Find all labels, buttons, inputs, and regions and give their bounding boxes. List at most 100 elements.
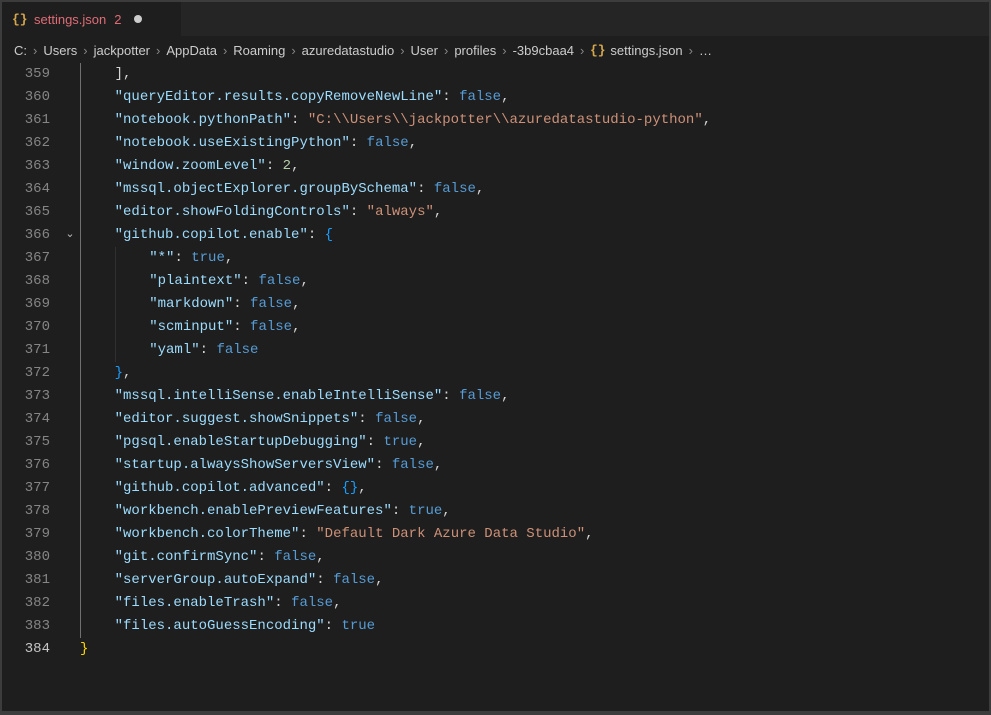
code-line[interactable]: 374 "editor.suggest.showSnippets": false… [2, 408, 989, 431]
code-line[interactable]: 375 "pgsql.enableStartupDebugging": true… [2, 431, 989, 454]
breadcrumb-item[interactable]: User [411, 43, 438, 58]
chevron-right-icon: › [580, 43, 584, 58]
code-line[interactable]: 379 "workbench.colorTheme": "Default Dar… [2, 523, 989, 546]
chevron-right-icon: › [291, 43, 295, 58]
line-number: 382 [2, 592, 60, 615]
tab-filename: settings.json [34, 12, 106, 27]
code-line[interactable]: 376 "startup.alwaysShowServersView": fal… [2, 454, 989, 477]
fold-toggle-icon [60, 592, 80, 615]
code-content: "github.copilot.enable": { [80, 224, 333, 247]
code-line[interactable]: 361 "notebook.pythonPath": "C:\\Users\\j… [2, 109, 989, 132]
code-line[interactable]: 364 "mssql.objectExplorer.groupBySchema"… [2, 178, 989, 201]
code-editor[interactable]: 359 ],360 "queryEditor.results.copyRemov… [2, 63, 989, 711]
code-line[interactable]: 381 "serverGroup.autoExpand": false, [2, 569, 989, 592]
chevron-right-icon: › [444, 43, 448, 58]
code-line[interactable]: 382 "files.enableTrash": false, [2, 592, 989, 615]
line-number: 380 [2, 546, 60, 569]
code-content: "files.autoGuessEncoding": true [80, 615, 375, 638]
breadcrumb-overflow[interactable]: … [699, 43, 712, 58]
fold-toggle-icon [60, 316, 80, 339]
fold-toggle-icon [60, 63, 80, 86]
code-content: "mssql.intelliSense.enableIntelliSense":… [80, 385, 510, 408]
code-line[interactable]: 368 "plaintext": false, [2, 270, 989, 293]
code-content: "notebook.useExistingPython": false, [80, 132, 417, 155]
chevron-right-icon: › [502, 43, 506, 58]
code-line[interactable]: 384} [2, 638, 989, 661]
line-number: 363 [2, 155, 60, 178]
code-line[interactable]: 360 "queryEditor.results.copyRemoveNewLi… [2, 86, 989, 109]
fold-toggle-icon [60, 569, 80, 592]
fold-toggle-icon [60, 247, 80, 270]
fold-toggle-icon [60, 615, 80, 638]
line-number: 368 [2, 270, 60, 293]
fold-toggle-icon[interactable]: ⌄ [60, 224, 80, 247]
code-line[interactable]: 378 "workbench.enablePreviewFeatures": t… [2, 500, 989, 523]
line-number: 376 [2, 454, 60, 477]
code-content: "startup.alwaysShowServersView": false, [80, 454, 442, 477]
breadcrumb-item[interactable]: C: [14, 43, 27, 58]
tab-settings-json[interactable]: {} settings.json 2 [2, 2, 182, 36]
line-number: 372 [2, 362, 60, 385]
code-line[interactable]: 380 "git.confirmSync": false, [2, 546, 989, 569]
breadcrumb-item[interactable]: -3b9cbaa4 [513, 43, 574, 58]
breadcrumb-item[interactable]: Roaming [233, 43, 285, 58]
line-number: 383 [2, 615, 60, 638]
code-content: "pgsql.enableStartupDebugging": true, [80, 431, 425, 454]
braces-icon: {} [590, 42, 606, 58]
tab-bar: {} settings.json 2 [2, 2, 989, 37]
fold-toggle-icon [60, 339, 80, 362]
fold-toggle-icon [60, 408, 80, 431]
breadcrumb[interactable]: C: › Users › jackpotter › AppData › Roam… [2, 37, 989, 63]
code-line[interactable]: 383 "files.autoGuessEncoding": true [2, 615, 989, 638]
code-line[interactable]: 369 "markdown": false, [2, 293, 989, 316]
line-number: 362 [2, 132, 60, 155]
line-number: 369 [2, 293, 60, 316]
line-number: 381 [2, 569, 60, 592]
chevron-right-icon: › [33, 43, 37, 58]
code-line[interactable]: 366⌄ "github.copilot.enable": { [2, 224, 989, 247]
breadcrumb-item[interactable]: azuredatastudio [302, 43, 395, 58]
code-line[interactable]: 370 "scminput": false, [2, 316, 989, 339]
tab-badge: 2 [114, 12, 121, 27]
code-content: ], [80, 63, 131, 86]
code-content: "markdown": false, [80, 293, 300, 316]
code-line[interactable]: 372 }, [2, 362, 989, 385]
chevron-right-icon: › [83, 43, 87, 58]
code-line[interactable]: 371 "yaml": false [2, 339, 989, 362]
line-number: 365 [2, 201, 60, 224]
code-line[interactable]: 377 "github.copilot.advanced": {}, [2, 477, 989, 500]
code-line[interactable]: 367 "*": true, [2, 247, 989, 270]
fold-toggle-icon [60, 201, 80, 224]
code-line[interactable]: 373 "mssql.intelliSense.enableIntelliSen… [2, 385, 989, 408]
breadcrumb-item[interactable]: profiles [454, 43, 496, 58]
code-content: "*": true, [80, 247, 233, 270]
code-line[interactable]: 362 "notebook.useExistingPython": false, [2, 132, 989, 155]
code-content: "editor.showFoldingControls": "always", [80, 201, 442, 224]
line-number: 359 [2, 63, 60, 86]
code-content: }, [80, 362, 131, 385]
fold-toggle-icon [60, 86, 80, 109]
chevron-right-icon: › [223, 43, 227, 58]
fold-toggle-icon [60, 270, 80, 293]
code-content: "plaintext": false, [80, 270, 309, 293]
breadcrumb-item[interactable]: jackpotter [94, 43, 150, 58]
line-number: 375 [2, 431, 60, 454]
editor-window: {} settings.json 2 C: › Users › jackpott… [2, 2, 989, 711]
line-number: 370 [2, 316, 60, 339]
breadcrumb-item[interactable]: AppData [166, 43, 217, 58]
fold-toggle-icon [60, 500, 80, 523]
fold-toggle-icon [60, 132, 80, 155]
code-line[interactable]: 365 "editor.showFoldingControls": "alway… [2, 201, 989, 224]
line-number: 377 [2, 477, 60, 500]
code-content: "yaml": false [80, 339, 258, 362]
fold-toggle-icon [60, 454, 80, 477]
breadcrumb-item[interactable]: {} settings.json [590, 42, 682, 58]
fold-toggle-icon [60, 638, 80, 661]
breadcrumb-item[interactable]: Users [43, 43, 77, 58]
code-line[interactable]: 363 "window.zoomLevel": 2, [2, 155, 989, 178]
fold-toggle-icon [60, 546, 80, 569]
dirty-indicator-icon[interactable] [134, 15, 142, 23]
fold-toggle-icon [60, 477, 80, 500]
code-line[interactable]: 359 ], [2, 63, 989, 86]
line-number: 371 [2, 339, 60, 362]
